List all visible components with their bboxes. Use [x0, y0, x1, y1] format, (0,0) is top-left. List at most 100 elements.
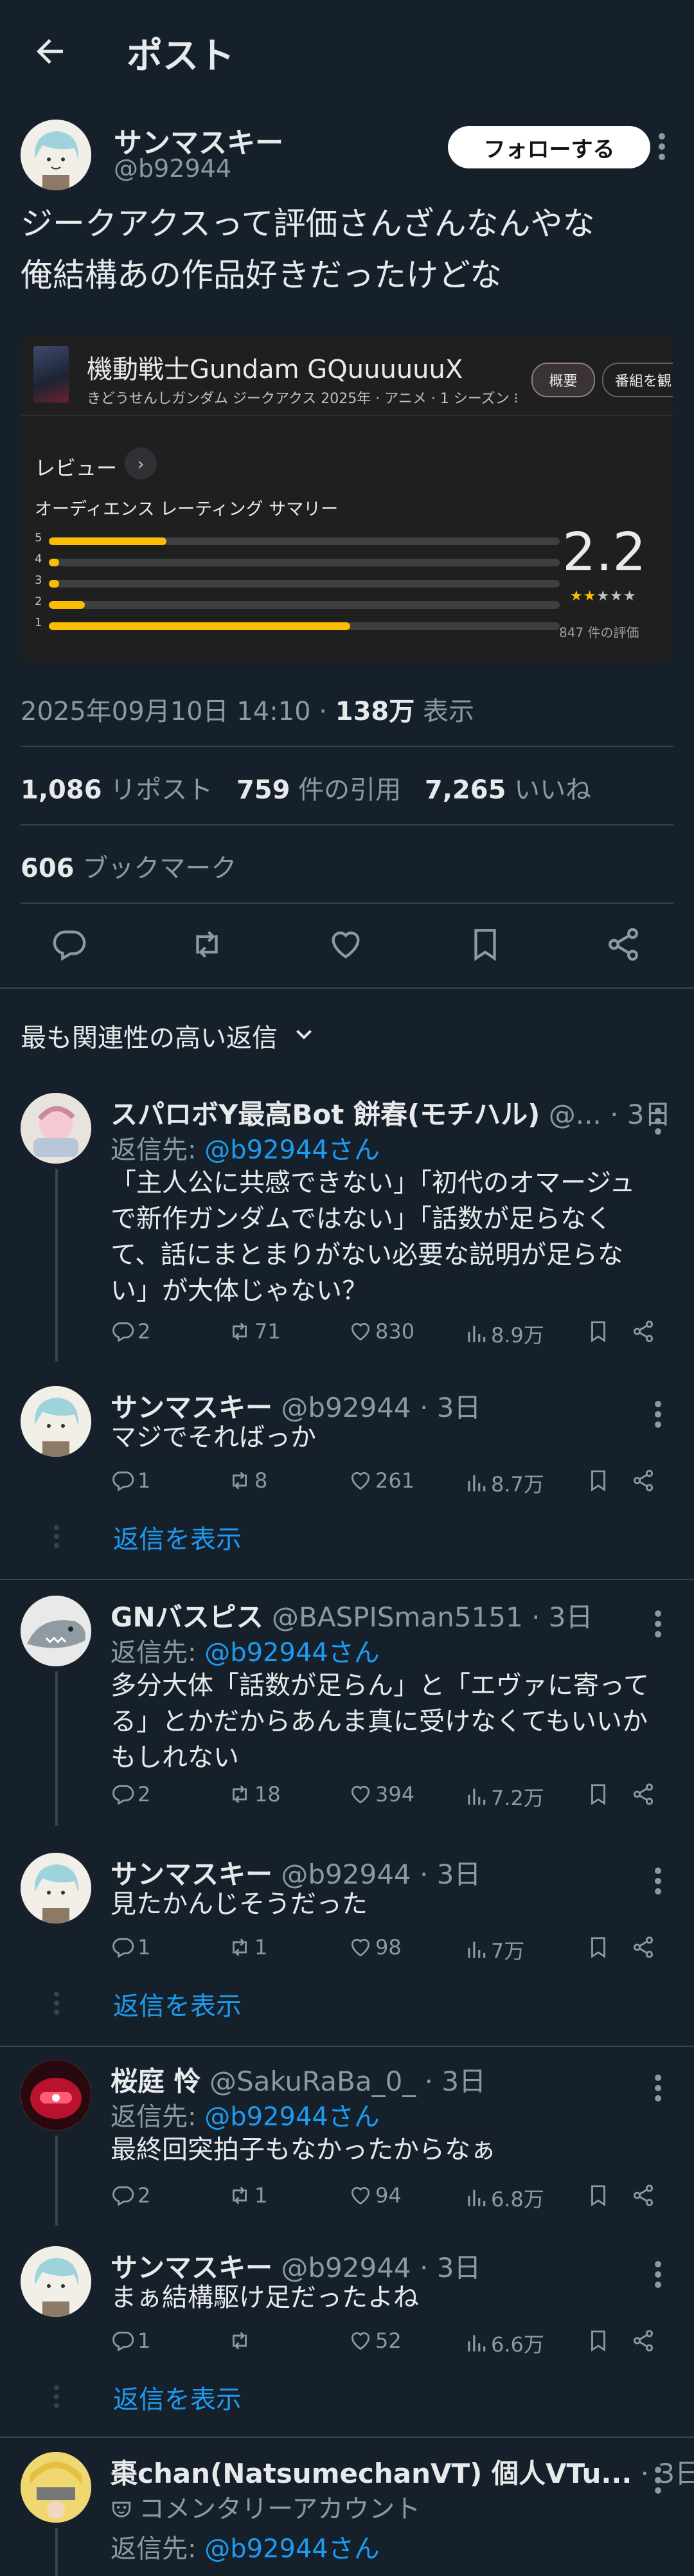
- more-options-icon[interactable]: [653, 1608, 663, 1639]
- reply-icon: [112, 1471, 134, 1491]
- reply-actions: 2 1 94 6.8万: [111, 2183, 663, 2214]
- reply-button[interactable]: 1: [111, 2328, 150, 2353]
- share-icon[interactable]: [631, 2183, 655, 2208]
- like-icon[interactable]: [327, 926, 364, 963]
- like-button[interactable]: 98: [348, 1935, 402, 1959]
- bookmark-icon[interactable]: [586, 1468, 610, 1493]
- views-icon: [468, 1788, 486, 1805]
- share-icon[interactable]: [631, 1782, 655, 1806]
- repost-button[interactable]: 18: [227, 1782, 281, 1806]
- views-button[interactable]: 7万: [464, 1935, 524, 1965]
- avatar[interactable]: [21, 120, 91, 190]
- reply-item[interactable]: スパロボY最高Bot 餅春(モチハル) @... · 3日 返信先: @b929…: [0, 1093, 694, 1363]
- reply-icon: [112, 1938, 134, 1958]
- attached-image[interactable]: 機動戦士Gundam GQuuuuuuX きどうせんしガンダム ジークアクス 2…: [21, 334, 673, 663]
- reply-icon[interactable]: [50, 926, 87, 963]
- author-handle[interactable]: @b92944: [114, 154, 231, 183]
- bookmark-icon[interactable]: [586, 1935, 610, 1959]
- repost-icon: [233, 2332, 247, 2350]
- more-options-icon[interactable]: [653, 1399, 663, 1430]
- reply-item[interactable]: GNバスピス @BASPISman5151 · 3日 返信先: @b92944さ…: [0, 1596, 694, 1827]
- views-button[interactable]: 6.8万: [464, 2183, 544, 2213]
- reply-to-mention[interactable]: @b92944さん: [204, 1638, 380, 1668]
- thread-line: [55, 2136, 58, 2226]
- reply-button[interactable]: 1: [111, 1935, 150, 1959]
- show-replies-link[interactable]: 返信を表示: [113, 1518, 242, 1556]
- reply-button[interactable]: 2: [111, 1782, 150, 1806]
- reply-to-mention[interactable]: @b92944さん: [204, 2102, 380, 2132]
- chevron-down-icon[interactable]: [292, 1022, 316, 1045]
- reply-item[interactable]: 桜庭 怜 @SakuRaBa_0_ · 3日 返信先: @b92944さん 最終…: [0, 2060, 694, 2227]
- reply-to-mention[interactable]: @b92944さん: [204, 1135, 380, 1165]
- follow-button[interactable]: フォローする: [448, 126, 650, 168]
- avatar[interactable]: [21, 2452, 91, 2523]
- quotes-stat[interactable]: 759 件の引用: [236, 775, 401, 805]
- bookmark-icon[interactable]: [586, 2328, 610, 2353]
- bookmark-icon[interactable]: [586, 1782, 610, 1806]
- avatar[interactable]: [21, 1093, 91, 1164]
- views-button[interactable]: 7.2万: [464, 1782, 544, 1812]
- rating-bar-1: 1: [35, 616, 562, 633]
- repost-button[interactable]: [227, 2328, 254, 2353]
- back-arrow-icon[interactable]: [31, 32, 69, 71]
- reply-sort-dropdown[interactable]: 最も関連性の高い返信: [21, 1017, 278, 1054]
- reply-text: 最終回突拍子もなかったからなぁ: [111, 2135, 496, 2165]
- reply-header: 桜庭 怜 @SakuRaBa_0_ · 3日: [111, 2060, 486, 2099]
- like-button[interactable]: 394: [348, 1782, 414, 1806]
- bookmark-icon[interactable]: [467, 926, 504, 963]
- more-options-icon[interactable]: [653, 1866, 663, 1896]
- repost-icon[interactable]: [188, 926, 226, 963]
- reposts-stat[interactable]: 1,086 リポスト: [21, 775, 213, 805]
- more-options-icon[interactable]: [653, 1106, 663, 1137]
- reply-to-mention[interactable]: @b92944さん: [204, 2534, 380, 2564]
- reply-text: マジでそればっか: [111, 1423, 316, 1452]
- reply-item[interactable]: サンマスキー @b92944 · 3日 まぁ結構駆け足だったよね 1 52 6.…: [0, 2246, 694, 2416]
- like-button[interactable]: 261: [348, 1468, 414, 1493]
- reply-time: · 3日: [522, 1601, 593, 1633]
- likes-stat[interactable]: 7,265 いいね: [425, 775, 591, 805]
- reply-button[interactable]: 2: [111, 1319, 150, 1344]
- more-options-icon[interactable]: [653, 2465, 663, 2496]
- repost-button[interactable]: 71: [227, 1319, 281, 1344]
- repost-button[interactable]: 1: [227, 2183, 267, 2208]
- bookmark-icon[interactable]: [586, 1319, 610, 1344]
- reply-header: 棗chan(NatsumechanVT) 個人VTu... · 3日: [111, 2452, 694, 2491]
- avatar[interactable]: [21, 2246, 91, 2317]
- share-icon[interactable]: [631, 1468, 655, 1493]
- reply-text: まぁ結構駆け足だったよね: [111, 2283, 419, 2312]
- avatar[interactable]: [21, 1853, 91, 1923]
- avatar[interactable]: [21, 1386, 91, 1457]
- more-options-icon[interactable]: [657, 131, 667, 162]
- like-button[interactable]: 52: [348, 2328, 402, 2353]
- repost-button[interactable]: 8: [227, 1468, 267, 1493]
- reply-item[interactable]: 棗chan(NatsumechanVT) 個人VTu... · 3日 コメンタリ…: [0, 2452, 694, 2576]
- rating-bar-fill: [49, 559, 59, 566]
- views-button[interactable]: 8.7万: [464, 1468, 544, 1498]
- reply-author-handle: @...: [540, 1099, 601, 1130]
- avatar[interactable]: [21, 1596, 91, 1666]
- share-icon[interactable]: [631, 2328, 655, 2353]
- views-button[interactable]: 6.6万: [464, 2328, 544, 2358]
- more-options-icon[interactable]: [653, 2259, 663, 2290]
- avatar[interactable]: [21, 2060, 91, 2130]
- share-icon[interactable]: [631, 1935, 655, 1959]
- mask-icon: [112, 2501, 131, 2517]
- bookmark-icon[interactable]: [586, 2183, 610, 2208]
- reply-item[interactable]: サンマスキー @b92944 · 3日 マジでそればっか 1 8 261 8.7…: [0, 1386, 694, 1556]
- share-icon[interactable]: [605, 926, 642, 963]
- like-button[interactable]: 94: [348, 2183, 402, 2208]
- like-button[interactable]: 830: [348, 1319, 414, 1344]
- reply-button[interactable]: 2: [111, 2183, 150, 2208]
- reply-author-name: サンマスキー: [111, 1392, 273, 1423]
- chevron-right-icon: ›: [125, 447, 157, 480]
- more-options-icon[interactable]: [653, 2073, 663, 2103]
- show-replies-link[interactable]: 返信を表示: [113, 1985, 242, 2022]
- commentary-account-badge: コメンタリーアカウント: [111, 2488, 420, 2525]
- reply-button[interactable]: 1: [111, 1468, 150, 1493]
- views-button[interactable]: 8.9万: [464, 1319, 544, 1349]
- repost-icon: [233, 1938, 247, 1956]
- show-replies-link[interactable]: 返信を表示: [113, 2379, 242, 2416]
- share-icon[interactable]: [631, 1319, 655, 1344]
- repost-button[interactable]: 1: [227, 1935, 267, 1959]
- reply-item[interactable]: サンマスキー @b92944 · 3日 見たかんじそうだった 1 1 98 7万…: [0, 1853, 694, 2022]
